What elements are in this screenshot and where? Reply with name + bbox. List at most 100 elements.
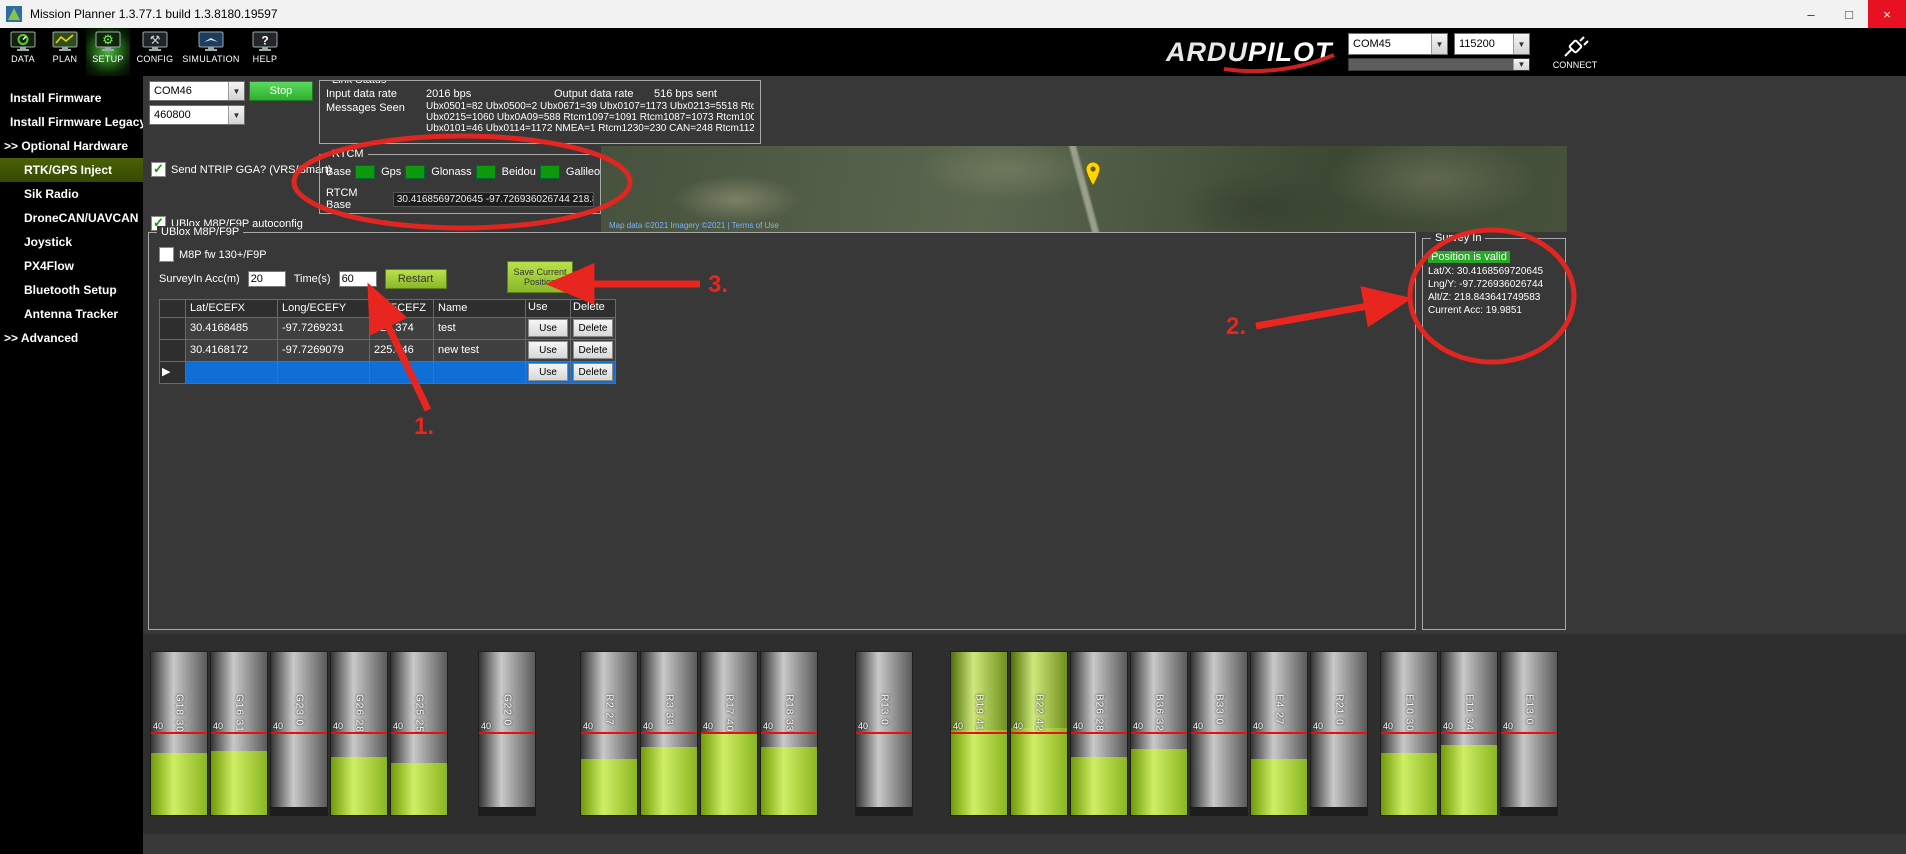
snr-bar-G18: 40G18 30 [150,651,208,816]
snr-bar-E13: 40E13 0 [1500,651,1558,816]
sidebar-item-joystick[interactable]: Joystick [0,230,143,254]
survey-alt: Alt/Z: 218.843641749583 [1428,291,1560,304]
main-toolbar: DATA PLAN ⚙ SETUP ⚒ CONFIG [0,28,1906,76]
snr-bar-E11: 40E11 34 [1440,651,1498,816]
snr-bar-label: R13 0 [879,694,890,726]
restart-button[interactable]: Restart [385,269,447,289]
alt-cell[interactable]: 222.374 [370,318,434,340]
tab-config[interactable]: ⚒ CONFIG [132,28,178,79]
snr-bar-label: B22 42 [1034,694,1045,732]
sidebar-item-antenna-tracker[interactable]: Antenna Tracker [0,302,143,326]
rtcm-base-position: 30.4168569720645 -97.726936026744 218.84… [393,192,594,207]
link-status-group: Link Status Input data rate 2016 bps Out… [319,80,761,144]
chevron-down-icon: ▼ [1513,59,1529,70]
sidebar-item-install-firmware[interactable]: Install Firmware [0,86,143,110]
snr-fill [1131,749,1187,815]
satellite-map[interactable]: Map data ©2021 Imagery ©2021 | Terms of … [601,146,1567,232]
snr-bar-G26: 40G26 28 [330,651,388,816]
snr-fill [479,807,535,815]
snr-threshold-label: 40 [1193,721,1203,731]
use-button[interactable]: Use [528,319,568,337]
tab-data[interactable]: DATA [2,28,44,79]
ardupilot-logo: ARDUPILOT [1166,37,1338,68]
config-wrench-icon: ⚒ [142,31,168,53]
lat-cell[interactable]: 30.4168485 [186,318,278,340]
tab-plan[interactable]: PLAN [44,28,86,79]
sidebar-item-install-firmware-legacy[interactable]: Install Firmware Legacy [0,110,143,134]
gps-com-port-select[interactable]: COM46 ▼ [149,81,245,101]
column-header[interactable]: Delete [571,300,616,318]
tab-setup[interactable]: ⚙ SETUP [86,28,130,79]
sidebar-item-sik-radio[interactable]: Sik Radio [0,182,143,206]
ntrip-gga-checkbox[interactable]: Send NTRIP GGA? (VRS/Smart) [151,162,332,177]
help-icon: ? [252,31,278,53]
use-button[interactable]: Use [528,363,568,381]
maximize-button[interactable]: □ [1830,0,1868,28]
sidebar-item-optional-hardware[interactable]: >> Optional Hardware [0,134,143,158]
sidebar-item-px4flow[interactable]: PX4Flow [0,254,143,278]
delete-button[interactable]: Delete [573,363,613,381]
sidebar-item-bluetooth-setup[interactable]: Bluetooth Setup [0,278,143,302]
snr-threshold-label: 40 [153,721,163,731]
delete-button[interactable]: Delete [573,319,613,337]
snr-bar-label: E11 34 [1464,694,1475,731]
lng-cell[interactable]: -97.7269231 [278,318,370,340]
snr-fill [391,763,447,815]
snr-threshold-line [856,732,912,734]
tab-simulation[interactable]: SIMULATION [180,28,242,79]
column-header[interactable]: Long/ECEFY [278,300,370,318]
sidebar-item-rtk-gps-inject[interactable]: RTK/GPS Inject [0,158,143,182]
com-port-select[interactable]: COM45 ▼ [1348,33,1448,55]
lat-cell[interactable] [186,362,278,384]
snr-bar-R21: 40R21 0 [1310,651,1368,816]
lng-cell[interactable] [278,362,370,384]
table-row-selected[interactable]: ▶ Use Delete [160,362,616,384]
base-positions-table: Lat/ECEFX Long/ECEFY Alt/ECEFZ Name Use … [159,299,616,384]
snr-threshold-line [641,732,697,734]
status-led-icon [540,165,560,179]
column-header[interactable]: Name [434,300,526,318]
snr-threshold-label: 40 [1313,721,1323,731]
surveyin-acc-input[interactable] [248,271,286,287]
baud-rate-select[interactable]: 115200 ▼ [1454,33,1530,55]
name-cell[interactable] [434,362,526,384]
table-row[interactable]: 30.4168172 -97.7269079 225.446 new test … [160,340,616,362]
snr-bar-R13: 40R13 0 [855,651,913,816]
minimize-button[interactable]: – [1792,0,1830,28]
table-row[interactable]: 30.4168485 -97.7269231 222.374 test Use … [160,318,616,340]
snr-threshold-label: 40 [643,721,653,731]
lng-cell[interactable]: -97.7269079 [278,340,370,362]
close-button[interactable]: × [1868,0,1906,28]
lat-cell[interactable]: 30.4168172 [186,340,278,362]
snr-bar-label: R17 40 [724,694,735,732]
connect-button[interactable]: CONNECT [1542,34,1608,70]
column-header[interactable]: Alt/ECEFZ [370,300,434,318]
map-pin-icon [1084,161,1102,187]
alt-cell[interactable] [370,362,434,384]
sidebar-item-dronecan[interactable]: DroneCAN/UAVCAN [0,206,143,230]
save-current-position-button[interactable]: Save Current Position [507,261,573,293]
use-button[interactable]: Use [528,341,568,359]
gps-baud-select[interactable]: 460800 ▼ [149,105,245,125]
connection-type-select[interactable]: ▼ [1348,58,1530,71]
column-header[interactable]: Use [526,300,571,318]
tab-help[interactable]: ? HELP [244,28,286,79]
column-header[interactable]: Lat/ECEFX [186,300,278,318]
row-header-cell [160,300,186,318]
snr-fill [1011,728,1067,815]
snr-threshold-line [1311,732,1367,734]
stop-button[interactable]: Stop [249,81,313,101]
rtcm-indicator-base: Base [326,165,375,179]
m8p-fw-checkbox[interactable]: M8P fw 130+/F9P [159,247,267,262]
surveyin-time-input[interactable] [339,271,377,287]
messages-line: Ubx0215=1060 Ubx0A09=588 Rtcm1097=1091 R… [426,112,754,123]
sidebar-item-advanced[interactable]: >> Advanced [0,326,143,350]
status-led-icon [355,165,375,179]
status-led-icon [476,165,496,179]
alt-cell[interactable]: 225.446 [370,340,434,362]
name-cell[interactable]: new test [434,340,526,362]
delete-button[interactable]: Delete [573,341,613,359]
table-header-row: Lat/ECEFX Long/ECEFY Alt/ECEFZ Name Use … [160,300,616,318]
name-cell[interactable]: test [434,318,526,340]
snr-threshold-label: 40 [273,721,283,731]
